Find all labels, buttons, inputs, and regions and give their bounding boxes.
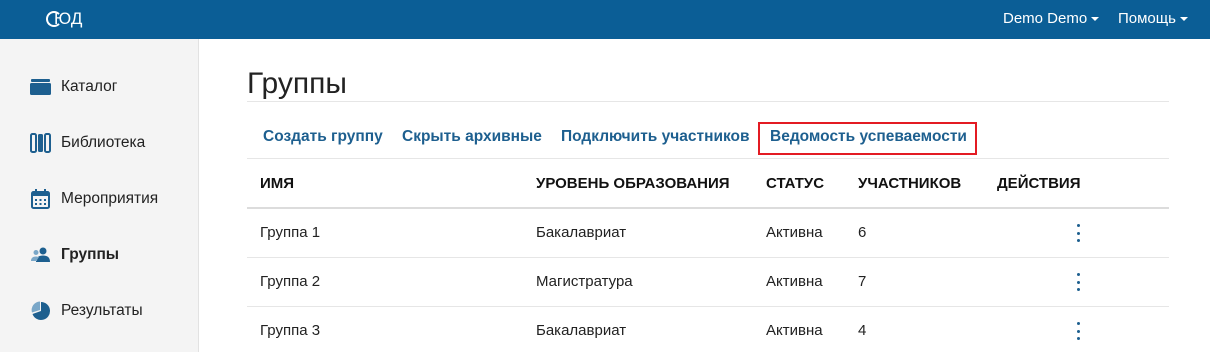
group-level: Бакалавриат bbox=[536, 322, 627, 339]
user-menu-label: Demo Demo bbox=[1003, 10, 1088, 27]
column-header-status[interactable]: СТАТУС bbox=[766, 175, 824, 192]
more-actions-icon[interactable] bbox=[1072, 224, 1084, 242]
sidebar-item-results[interactable]: Результаты bbox=[30, 299, 143, 323]
library-icon bbox=[30, 133, 51, 153]
group-level: Магистратура bbox=[536, 273, 633, 290]
toolbar-divider bbox=[247, 158, 1169, 159]
row-divider bbox=[247, 257, 1169, 258]
column-header-participants[interactable]: УЧАСТНИКОВ bbox=[858, 175, 961, 192]
user-menu[interactable]: Demo Demo bbox=[1003, 10, 1100, 27]
logo-text: ЮД bbox=[54, 9, 83, 28]
group-name[interactable]: Группа 1 bbox=[260, 224, 320, 241]
column-header-name[interactable]: ИМЯ bbox=[260, 175, 294, 192]
group-status: Активна bbox=[766, 224, 823, 241]
more-actions-icon[interactable] bbox=[1072, 322, 1084, 340]
sidebar-item-label: Результаты bbox=[61, 302, 143, 319]
pie-chart-icon bbox=[30, 301, 51, 321]
header-divider bbox=[247, 207, 1169, 209]
help-menu[interactable]: Помощь bbox=[1118, 10, 1188, 27]
users-icon bbox=[30, 245, 51, 265]
sidebar-item-events[interactable]: Мероприятия bbox=[30, 187, 158, 211]
sidebar-item-groups[interactable]: Группы bbox=[30, 243, 119, 267]
title-divider bbox=[247, 101, 1169, 102]
group-level: Бакалавриат bbox=[536, 224, 627, 241]
sidebar-item-label: Каталог bbox=[61, 78, 118, 95]
sidebar-item-label: Группы bbox=[61, 246, 120, 263]
sidebar: Каталог Библиотека Мероприятия Группы Ре… bbox=[0, 39, 199, 352]
column-header-level[interactable]: УРОВЕНЬ ОБРАЗОВАНИЯ bbox=[536, 175, 730, 192]
page-title: Группы bbox=[247, 67, 347, 100]
top-navbar: ЮД Demo Demo Помощь bbox=[0, 0, 1210, 39]
group-participants: 4 bbox=[858, 322, 867, 339]
sidebar-item-label: Мероприятия bbox=[61, 190, 159, 207]
group-name[interactable]: Группа 3 bbox=[260, 322, 320, 339]
sidebar-item-library[interactable]: Библиотека bbox=[30, 131, 145, 155]
group-participants: 6 bbox=[858, 224, 867, 241]
catalog-icon bbox=[30, 77, 51, 97]
create-group-link[interactable]: Создать группу bbox=[263, 128, 383, 146]
hide-archived-link[interactable]: Скрыть архивные bbox=[402, 128, 542, 146]
group-name[interactable]: Группа 2 bbox=[260, 273, 320, 290]
group-status: Активна bbox=[766, 322, 823, 339]
group-status: Активна bbox=[766, 273, 823, 290]
chevron-down-icon bbox=[1179, 17, 1188, 21]
group-participants: 7 bbox=[858, 273, 867, 290]
chevron-down-icon bbox=[1091, 17, 1100, 21]
app-logo[interactable]: ЮД bbox=[46, 9, 83, 29]
grade-report-link[interactable]: Ведомость успеваемости bbox=[770, 128, 967, 146]
sidebar-item-catalog[interactable]: Каталог bbox=[30, 75, 117, 99]
calendar-icon bbox=[30, 189, 51, 209]
connect-participants-link[interactable]: Подключить участников bbox=[561, 128, 750, 146]
sidebar-item-label: Библиотека bbox=[61, 134, 146, 151]
row-divider bbox=[247, 306, 1169, 307]
help-menu-label: Помощь bbox=[1118, 10, 1176, 27]
more-actions-icon[interactable] bbox=[1072, 273, 1084, 291]
column-header-actions: ДЕЙСТВИЯ bbox=[997, 175, 1081, 192]
